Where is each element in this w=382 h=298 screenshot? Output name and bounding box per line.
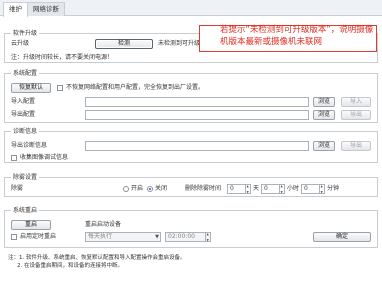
import-config-path-input[interactable]: [85, 97, 309, 107]
export-config-path-input[interactable]: [85, 110, 309, 120]
upgrade-group-title: 软件升级: [11, 30, 40, 38]
tab-network-diagnosis[interactable]: 网络诊断: [27, 2, 65, 16]
reboot-frequency-select[interactable]: 每天执行 ▼: [85, 232, 161, 242]
defog-off-radio[interactable]: [147, 186, 153, 192]
defog-hour-spinner[interactable]: 0: [261, 184, 285, 194]
keep-network-checkbox-label: 不恢复网络配置和用户配置，完全恢复到出厂设置。: [66, 84, 205, 91]
tab-bar: 维护 网络诊断: [0, 0, 382, 17]
reboot-schedule-label: 重启启动设备: [85, 221, 122, 228]
reboot-group-title: 系统重启: [11, 207, 40, 215]
annotation-text: 若提示“未检测到可升级版本”，说明摄像机版本最新或摄像机未联网: [220, 25, 374, 47]
diagnose-group-title: 诊断信息: [11, 128, 40, 136]
defog-group-title: 除雾设置: [11, 174, 40, 182]
defog-hour-unit: 小时: [287, 185, 300, 192]
defog-day-spinner[interactable]: 0: [227, 184, 251, 194]
defog-hour-value: 0: [264, 185, 268, 192]
export-diagnose-label: 导出诊断信息: [11, 142, 48, 149]
defog-minute-spinner[interactable]: 0: [301, 184, 325, 194]
notes: 注：1. 软件升级、系统重启、恢复默认配置和导入配置操作会重启设备。 2. 在设…: [8, 254, 378, 270]
reboot-time-input[interactable]: 02:00:00: [165, 232, 211, 242]
check-upgrade-button[interactable]: 检测: [95, 39, 153, 49]
chevron-down-icon: ▼: [155, 234, 159, 240]
export-config-label: 导出配置: [11, 111, 36, 118]
note-line-2: 2. 在设备重启期间，和设备的连接将中断。: [17, 263, 123, 269]
defog-on-radio[interactable]: [123, 186, 129, 192]
timer-reboot-label: 启用定时重启: [20, 233, 57, 240]
defog-off-label: 关闭: [155, 185, 168, 192]
upgrade-warning-text: 注：升级时间较长，请不要关闭电源！: [11, 54, 114, 61]
defog-day-spin-icon[interactable]: [245, 184, 250, 194]
timer-reboot-checkbox[interactable]: [11, 234, 17, 240]
defog-minute-spin-icon[interactable]: [319, 184, 324, 194]
export-browse-button[interactable]: 浏览: [313, 110, 335, 120]
defog-on-label: 开启: [131, 185, 144, 192]
export-button[interactable]: 导出: [341, 110, 371, 120]
confirm-button[interactable]: 确定: [313, 232, 371, 242]
tab-maintenance[interactable]: 维护: [3, 2, 28, 17]
cloud-upgrade-label: 云升级: [11, 40, 30, 47]
import-button[interactable]: 导入: [341, 97, 371, 107]
collect-image-debug-checkbox[interactable]: [11, 155, 17, 161]
reboot-group: 系统重启 重启 重启启动设备 启用定时重启 每天执行 ▼ 02:00:00 确定: [4, 207, 378, 248]
defog-group: 除雾设置 除雾 开启 关闭 删除除雾时间 0 天 0 小时 0 分钟: [4, 174, 378, 197]
defog-day-unit: 天: [253, 185, 260, 192]
note-line-1: 注：1. 软件升级、系统重启、恢复默认配置和导入配置操作会重启设备。: [8, 255, 186, 261]
defog-minute-value: 0: [304, 185, 308, 192]
diagnose-path-input[interactable]: [85, 141, 309, 151]
diagnose-export-button[interactable]: 导出: [341, 141, 371, 151]
reboot-time-spin-icon[interactable]: [205, 232, 210, 242]
defog-minute-unit: 分钟: [327, 185, 340, 192]
defog-day-value: 0: [230, 185, 234, 192]
defog-hour-spin-icon[interactable]: [279, 184, 284, 194]
defog-label: 除雾: [11, 185, 24, 192]
config-group: 系统配置 恢复默认 不恢复网络配置和用户配置，完全恢复到出厂设置。 导入配置 浏…: [4, 70, 378, 123]
import-browse-button[interactable]: 浏览: [313, 97, 335, 107]
defog-period-label: 删除除雾时间: [185, 185, 222, 192]
reboot-frequency-value: 每天执行: [88, 233, 113, 240]
import-config-label: 导入配置: [11, 98, 36, 105]
reboot-button[interactable]: 重启: [11, 220, 51, 230]
diagnose-browse-button[interactable]: 浏览: [313, 141, 335, 151]
reboot-time-value: 02:00:00: [168, 233, 195, 240]
keep-network-checkbox[interactable]: [57, 85, 63, 91]
collect-image-debug-label: 收集图像调试信息: [20, 154, 69, 161]
diagnose-group: 诊断信息 导出诊断信息 浏览 导出 收集图像调试信息: [4, 128, 378, 163]
restore-default-button[interactable]: 恢复默认: [11, 83, 51, 93]
config-group-title: 系统配置: [11, 70, 40, 78]
